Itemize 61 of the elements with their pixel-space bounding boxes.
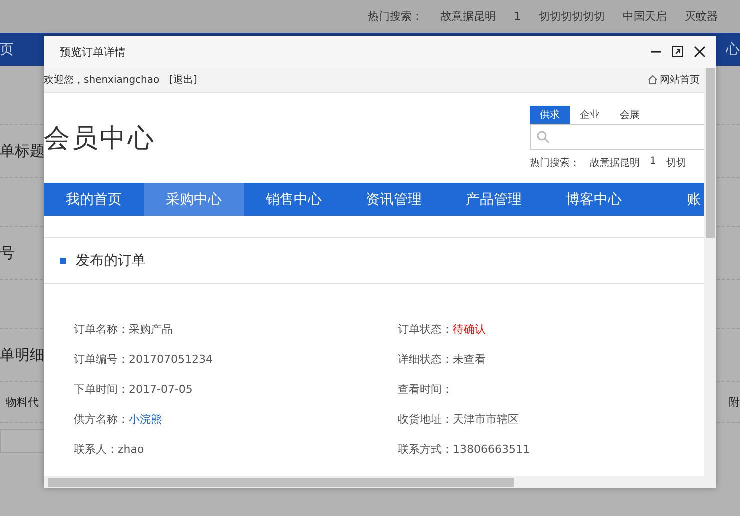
- section-title: 发布的订单: [76, 252, 146, 270]
- field-value: 采购产品: [129, 322, 173, 336]
- field-label: 收货地址：: [398, 412, 453, 426]
- field-value: 201707051234: [129, 352, 213, 366]
- field-value: zhao: [118, 442, 144, 456]
- field-label: 联系人：: [74, 442, 118, 456]
- hot-search-link[interactable]: 切切切切切切: [539, 9, 605, 24]
- bullet-icon: [60, 258, 66, 264]
- hot-search-link[interactable]: 灭蚊器: [685, 9, 718, 24]
- search-icon: [537, 130, 550, 144]
- search-tab[interactable]: 供求: [530, 106, 570, 124]
- column-header: 物料代: [5, 394, 39, 410]
- search-tab[interactable]: 企业: [570, 106, 610, 124]
- hot-search-link[interactable]: 1: [650, 156, 656, 170]
- field-value: 2017-07-05: [129, 382, 193, 396]
- scroll-thumb[interactable]: [706, 68, 714, 238]
- vertical-scrollbar[interactable]: [704, 68, 716, 476]
- nav-item[interactable]: 账: [644, 183, 704, 216]
- hot-search-link[interactable]: 中国天启: [623, 9, 667, 24]
- site-title: 会员中心: [44, 122, 157, 156]
- nav-item[interactable]: 我的首页: [44, 183, 144, 216]
- logout-link[interactable]: [退出]: [170, 73, 198, 87]
- nav-item[interactable]: 页: [0, 40, 14, 58]
- field-label: 订单名称：: [74, 322, 129, 336]
- search-tab[interactable]: 会展: [610, 106, 650, 124]
- maximize-icon[interactable]: [672, 46, 684, 58]
- field-value: 未查看: [453, 352, 486, 366]
- hot-search-link[interactable]: 故意据昆明: [590, 156, 640, 170]
- nav-item[interactable]: 销售中心: [244, 183, 344, 216]
- form-label: 单明细: [0, 346, 45, 364]
- form-label: 号: [0, 244, 15, 262]
- nav-item[interactable]: 采购中心: [144, 183, 244, 216]
- status-value: 待确认: [453, 322, 486, 336]
- nav-item[interactable]: 产品管理: [444, 183, 544, 216]
- field-label: 联系方式：: [398, 442, 453, 456]
- welcome-text: 欢迎您，shenxiangchao: [44, 74, 160, 87]
- hot-search-link[interactable]: 切切: [666, 156, 686, 170]
- field-label: 查看时间：: [398, 382, 453, 396]
- hot-search-link[interactable]: 1: [514, 10, 521, 23]
- scroll-thumb[interactable]: [48, 478, 514, 486]
- hot-search-label: 热门搜索：: [530, 156, 580, 170]
- field-label: 订单编号：: [74, 352, 129, 366]
- supplier-link[interactable]: 小浣熊: [129, 412, 162, 426]
- nav-item[interactable]: 博客中心: [544, 183, 644, 216]
- field-label: 详细状态：: [398, 352, 453, 366]
- column-header: 附: [729, 394, 740, 410]
- nav-item[interactable]: 资讯管理: [344, 183, 444, 216]
- home-link[interactable]: 网站首页: [660, 73, 700, 87]
- home-icon[interactable]: [648, 75, 658, 85]
- hot-search-label: 热门搜索：: [368, 9, 423, 24]
- nav-item[interactable]: 心: [726, 40, 740, 58]
- field-value: 天津市市辖区: [453, 412, 519, 426]
- hot-search-link[interactable]: 故意据昆明: [441, 9, 496, 24]
- field-value: 13806663511: [453, 442, 530, 456]
- field-label: 供方名称：: [74, 412, 129, 426]
- form-label: 单标题: [0, 142, 45, 160]
- dialog-title: 预览订单详情: [60, 44, 127, 60]
- field-label: 订单状态：: [398, 322, 453, 336]
- horizontal-scrollbar[interactable]: [44, 476, 716, 488]
- close-icon[interactable]: [694, 46, 706, 58]
- field-label: 下单时间：: [74, 382, 129, 396]
